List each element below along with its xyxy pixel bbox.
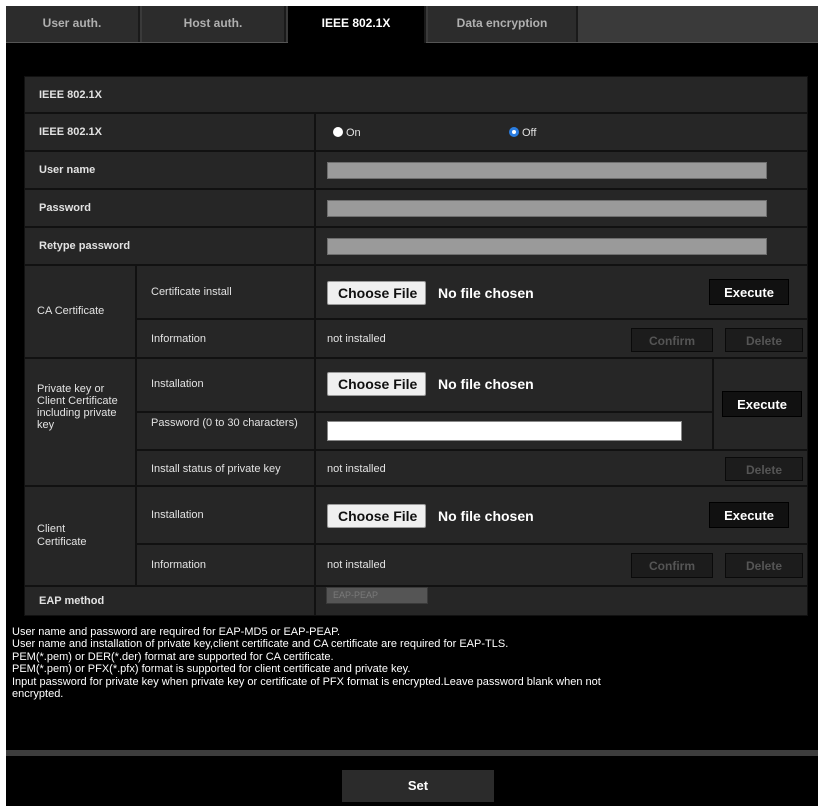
ca-install-label: Certificate install	[151, 286, 232, 298]
off-radio[interactable]	[509, 127, 519, 137]
pk-password-input[interactable]	[327, 421, 682, 441]
pk-password-label: Password (0 to 30 characters)	[151, 417, 298, 429]
ca-no-file-text: No file chosen	[438, 285, 534, 301]
pk-status-label-cell: Install status of private key	[136, 450, 315, 486]
client-cert-group-cell: Client Certificate	[24, 486, 136, 586]
retype-label-cell: Retype password	[24, 227, 315, 265]
pk-choose-file-button[interactable]: Choose File	[327, 372, 427, 396]
tab-user-auth[interactable]: User auth.	[6, 6, 140, 42]
retype-value-cell	[315, 227, 808, 265]
cc-install-label-cell: Installation	[136, 486, 315, 544]
pk-status-value: not installed	[327, 463, 386, 475]
pk-password-value-cell	[315, 412, 713, 450]
cc-no-file-text: No file chosen	[438, 508, 534, 524]
ca-install-value-cell: Choose File No file chosen Execute	[315, 265, 808, 319]
retype-password-input[interactable]	[327, 238, 767, 255]
ieee-label: IEEE 802.1X	[39, 126, 102, 138]
eap-label-cell: EAP method	[24, 586, 315, 616]
cc-info-value-cell: not installed Confirm Delete	[315, 544, 808, 586]
username-input[interactable]	[327, 162, 767, 179]
tab-ieee-8021x[interactable]: IEEE 802.1X	[288, 6, 426, 43]
ca-choose-file-button[interactable]: Choose File	[327, 281, 427, 305]
cc-info-value: not installed	[327, 559, 386, 571]
divider-bar	[6, 750, 818, 756]
pk-install-value-cell: Choose File No file chosen	[315, 358, 713, 412]
cc-info-label-cell: Information	[136, 544, 315, 586]
ca-certificate-group-cell: CA Certificate	[24, 265, 136, 358]
section-header: IEEE 802.1X	[24, 76, 808, 113]
on-label: On	[346, 127, 361, 139]
section-title: IEEE 802.1X	[39, 89, 102, 101]
note-line: User name and installation of private ke…	[12, 638, 509, 651]
app-window: User auth. Host auth. IEEE 802.1X Data e…	[6, 6, 818, 806]
cc-delete-button[interactable]: Delete	[725, 553, 803, 578]
ieee-value-cell: On Off	[315, 113, 808, 151]
pk-delete-button[interactable]: Delete	[725, 457, 803, 481]
cc-confirm-button[interactable]: Confirm	[631, 553, 713, 578]
tab-host-auth[interactable]: Host auth.	[142, 6, 286, 42]
off-label: Off	[522, 127, 537, 139]
ieee-label-cell: IEEE 802.1X	[24, 113, 315, 151]
private-key-label: Private key or Client Certificate includ…	[37, 383, 118, 431]
tab-data-encryption[interactable]: Data encryption	[428, 6, 578, 42]
cc-choose-file-button[interactable]: Choose File	[327, 504, 427, 528]
pk-install-label: Installation	[151, 378, 204, 390]
note-line: User name and password are required for …	[12, 626, 341, 638]
ca-info-value-cell: not installed Confirm Delete	[315, 319, 808, 358]
password-label-cell: Password	[24, 189, 315, 227]
username-value-cell	[315, 151, 808, 189]
ca-execute-button[interactable]: Execute	[709, 279, 789, 305]
ca-info-value: not installed	[327, 333, 386, 345]
pk-execute-cell: Execute	[713, 358, 808, 450]
eap-method-label: EAP method	[39, 595, 105, 607]
retype-password-label: Retype password	[39, 240, 131, 252]
pk-execute-button[interactable]: Execute	[722, 391, 802, 417]
note-line: PEM(*.pem) or DER(*.der) format are supp…	[12, 650, 334, 663]
password-label: Password	[39, 202, 91, 214]
cc-execute-button[interactable]: Execute	[709, 502, 789, 528]
pk-password-label-cell: Password (0 to 30 characters)	[136, 412, 315, 450]
ca-delete-button[interactable]: Delete	[725, 328, 803, 352]
help-notes: User name and password are required for …	[12, 626, 812, 700]
eap-method-select[interactable]: EAP-PEAP	[326, 587, 428, 604]
client-cert-label: Client Certificate	[37, 523, 87, 548]
private-key-group-cell: Private key or Client Certificate includ…	[24, 358, 136, 486]
cc-install-label: Installation	[151, 509, 204, 521]
note-line: PEM(*.pem) or PFX(*.pfx) format is suppo…	[12, 663, 411, 676]
on-radio[interactable]	[333, 127, 343, 137]
cc-install-value-cell: Choose File No file chosen Execute	[315, 486, 808, 544]
tab-bar: User auth. Host auth. IEEE 802.1X Data e…	[6, 6, 818, 43]
ca-info-label: Information	[151, 333, 207, 345]
username-label-cell: User name	[24, 151, 315, 189]
password-value-cell	[315, 189, 808, 227]
pk-install-label-cell: Installation	[136, 358, 315, 412]
cc-info-label: Information	[151, 559, 207, 571]
note-line: encrypted.	[12, 688, 64, 701]
pk-no-file-text: No file chosen	[438, 376, 534, 392]
password-input[interactable]	[327, 200, 767, 217]
ca-install-label-cell: Certificate install	[136, 265, 315, 319]
set-button[interactable]: Set	[342, 770, 494, 802]
username-label: User name	[39, 164, 96, 176]
ca-confirm-button[interactable]: Confirm	[631, 328, 713, 352]
pk-status-label: Install status of private key	[151, 463, 281, 475]
note-line: Input password for private key when priv…	[12, 675, 601, 688]
ca-certificate-label: CA Certificate	[37, 305, 105, 317]
pk-status-value-cell: not installed Delete	[315, 450, 808, 486]
settings-panel: IEEE 802.1X IEEE 802.1X On Off User name…	[24, 76, 808, 616]
ca-info-label-cell: Information	[136, 319, 315, 358]
